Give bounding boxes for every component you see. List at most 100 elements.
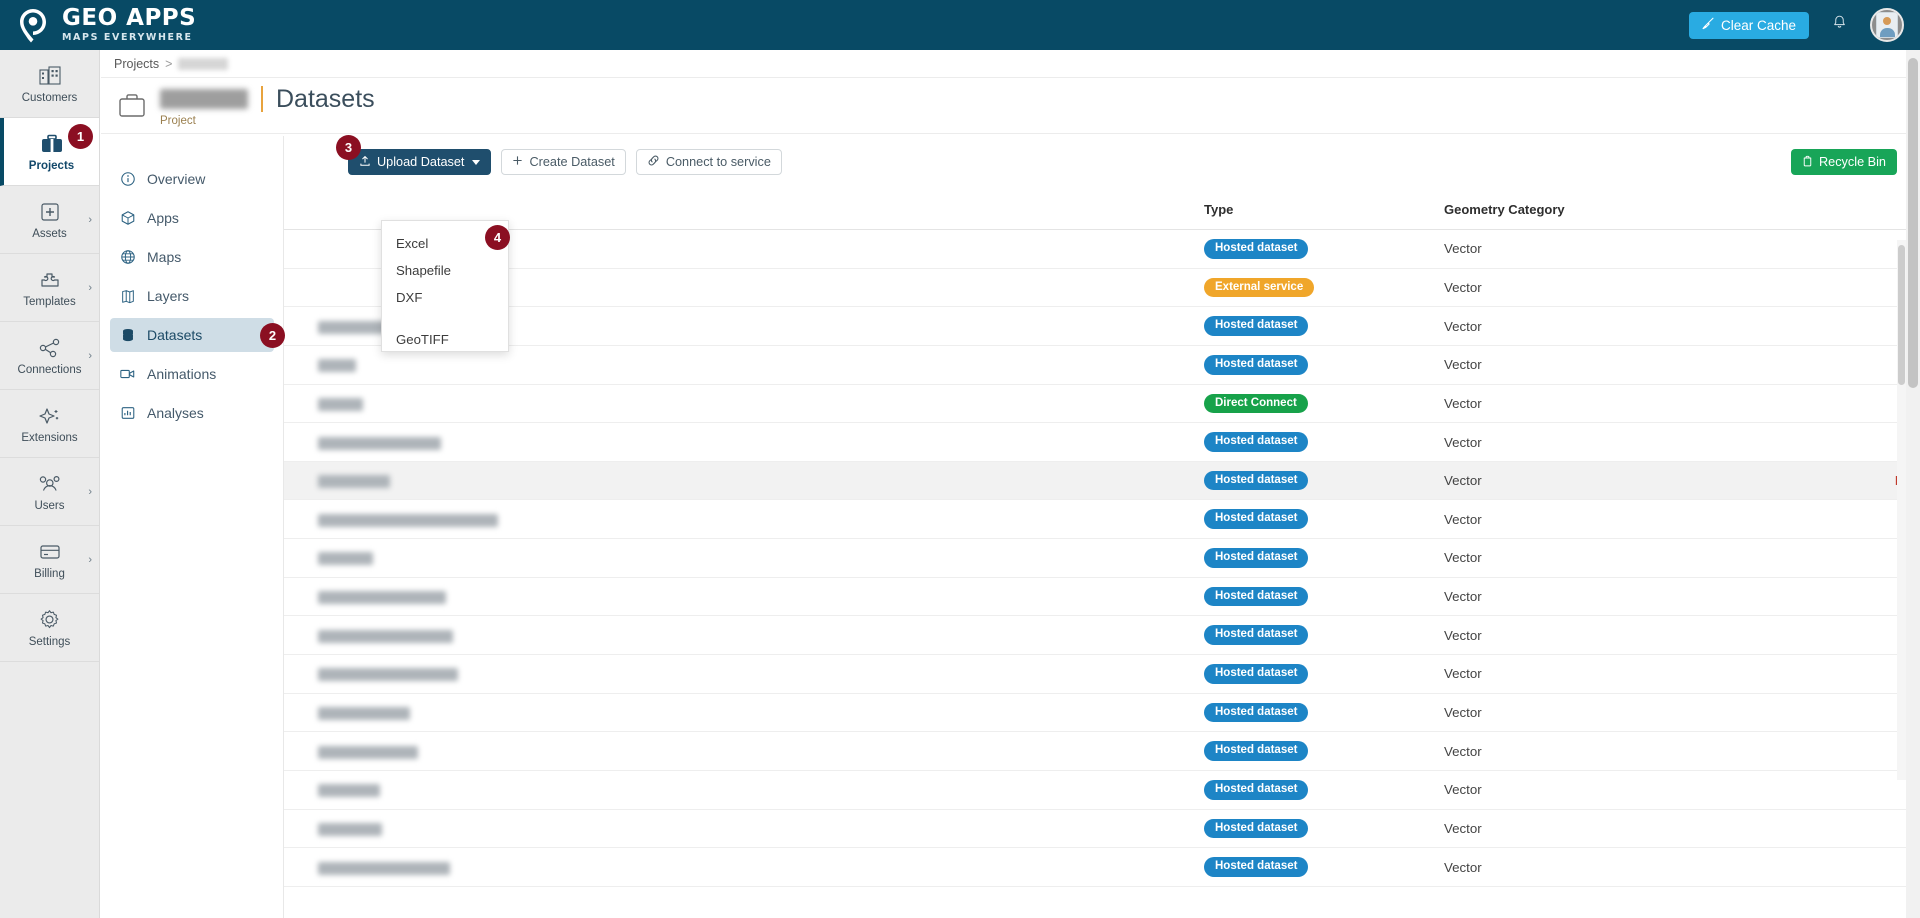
cell-type: Hosted dataset bbox=[1204, 577, 1444, 617]
table-row[interactable]: Hosted dataset Vector bbox=[284, 538, 1920, 578]
cell-blank bbox=[984, 847, 1204, 887]
cell-blank bbox=[984, 461, 1204, 501]
database-icon bbox=[119, 327, 136, 344]
cell-actions bbox=[1744, 345, 1920, 385]
table-row[interactable]: Hosted dataset Vector bbox=[284, 654, 1920, 694]
breadcrumb-projects-link[interactable]: Projects bbox=[114, 57, 159, 71]
cell-type: Direct Connect bbox=[1204, 384, 1444, 424]
app-logo[interactable]: GEO APPS MAPS EVERYWHERE bbox=[0, 6, 196, 44]
col-header-type: Type bbox=[1204, 188, 1444, 230]
cell-dataset-name[interactable] bbox=[284, 615, 984, 656]
table-row[interactable]: Hosted dataset Vector bbox=[284, 693, 1920, 733]
table-row[interactable]: Hosted dataset Vector bbox=[284, 345, 1920, 385]
create-dataset-button[interactable]: Create Dataset bbox=[501, 149, 626, 175]
recycle-bin-button[interactable]: Recycle Bin bbox=[1791, 149, 1897, 175]
trash-icon bbox=[1802, 155, 1813, 170]
table-row[interactable]: Hosted dataset Vector bbox=[284, 770, 1920, 810]
table-row[interactable]: Hosted dataset Vector bbox=[284, 847, 1920, 887]
cell-dataset-name[interactable] bbox=[284, 422, 984, 462]
dropdown-item-geotiff[interactable]: GeoTIFF bbox=[382, 326, 508, 353]
dataset-name-redacted bbox=[318, 706, 410, 720]
cell-dataset-name[interactable] bbox=[284, 538, 984, 578]
dropdown-item-dxf[interactable]: DXF bbox=[382, 284, 508, 311]
project-nav-item-animations[interactable]: Animations bbox=[110, 357, 274, 391]
sidebar-item-customers[interactable]: Customers bbox=[0, 50, 99, 118]
cell-dataset-name[interactable] bbox=[284, 461, 984, 501]
table-row[interactable]: Hosted dataset Vector bbox=[284, 577, 1920, 617]
cell-type: Hosted dataset bbox=[1204, 770, 1444, 810]
main-content: Projects > Datasets Project Overview App… bbox=[101, 50, 1920, 918]
gear-icon bbox=[37, 608, 63, 632]
cell-dataset-name[interactable] bbox=[284, 809, 984, 849]
sidebar-item-extensions[interactable]: Extensions bbox=[0, 390, 99, 458]
cell-actions bbox=[1744, 384, 1920, 424]
upload-dataset-dropdown[interactable]: 4 Excel Shapefile DXF GeoTIFF bbox=[381, 220, 510, 353]
table-row[interactable]: External service Vector bbox=[284, 268, 1920, 308]
cell-dataset-name[interactable] bbox=[284, 654, 984, 694]
plus-icon bbox=[512, 155, 523, 169]
table-row[interactable]: Hosted dataset Vector bbox=[284, 809, 1920, 849]
project-nav-item-datasets[interactable]: Datasets 2 bbox=[110, 318, 285, 352]
cell-dataset-name[interactable] bbox=[284, 499, 984, 540]
table-row[interactable]: Hosted dataset Vector bbox=[284, 229, 1920, 269]
table-row[interactable]: Direct Connect Vector bbox=[284, 384, 1920, 424]
project-nav-label: Datasets bbox=[147, 327, 203, 343]
table-header-row: Type Geometry Category bbox=[284, 188, 1920, 230]
datasets-table: Type Geometry Category Hosted dataset Vec… bbox=[284, 188, 1920, 887]
cell-actions bbox=[1744, 770, 1920, 810]
table-row[interactable]: Hosted dataset Vector bbox=[284, 731, 1920, 771]
sidebar-item-connections[interactable]: Connections › bbox=[0, 322, 99, 390]
globe-icon bbox=[119, 249, 136, 266]
project-nav-item-layers[interactable]: Layers bbox=[110, 279, 274, 313]
table-scrollbar-thumb[interactable] bbox=[1898, 245, 1905, 385]
cell-dataset-name[interactable] bbox=[284, 847, 984, 887]
project-nav-item-apps[interactable]: Apps bbox=[110, 201, 274, 235]
broom-icon bbox=[1702, 17, 1715, 33]
breadcrumb: Projects > bbox=[101, 50, 1920, 78]
page-scrollbar-track[interactable] bbox=[1906, 50, 1920, 918]
status-badge: Hosted dataset bbox=[1204, 818, 1309, 839]
status-badge: Hosted dataset bbox=[1204, 857, 1309, 877]
dataset-name-redacted bbox=[318, 822, 382, 836]
cell-dataset-name[interactable] bbox=[284, 384, 984, 424]
table-row[interactable]: Hosted dataset Vector bbox=[284, 499, 1920, 540]
sidebar-item-label: Assets bbox=[32, 227, 67, 240]
callout-badge-1: 1 bbox=[68, 124, 93, 149]
project-nav-item-analyses[interactable]: Analyses bbox=[110, 396, 274, 430]
table-row[interactable]: Hosted dataset VectorDelete bbox=[284, 461, 1920, 501]
cell-geometry-category: Vector bbox=[1444, 577, 1744, 617]
status-badge: Hosted dataset bbox=[1204, 664, 1309, 684]
project-nav-item-maps[interactable]: Maps bbox=[110, 240, 274, 274]
sidebar-item-settings[interactable]: Settings bbox=[0, 594, 99, 662]
page-scrollbar-thumb[interactable] bbox=[1908, 58, 1918, 388]
bell-icon[interactable] bbox=[1831, 14, 1848, 36]
cell-type: Hosted dataset bbox=[1204, 345, 1444, 385]
clear-cache-button[interactable]: Clear Cache bbox=[1688, 11, 1809, 39]
table-row[interactable]: Hosted dataset Vector bbox=[284, 422, 1920, 462]
cell-dataset-name[interactable] bbox=[284, 577, 984, 617]
table-row[interactable]: Hosted dataset Vector bbox=[284, 306, 1920, 346]
sidebar-item-users[interactable]: Users › bbox=[0, 458, 99, 526]
cell-geometry-category: Vector bbox=[1444, 731, 1744, 771]
connect-to-service-button[interactable]: Connect to service bbox=[635, 149, 782, 175]
dropdown-item-shapefile[interactable]: Shapefile bbox=[382, 257, 508, 284]
info-circle-icon bbox=[119, 171, 136, 188]
sidebar-item-templates[interactable]: Templates › bbox=[0, 254, 99, 322]
avatar[interactable] bbox=[1870, 8, 1904, 42]
sidebar-item-assets[interactable]: Assets › bbox=[0, 186, 99, 254]
project-nav: Overview Apps Maps Layers Datasets 2 Ani… bbox=[101, 136, 285, 918]
cell-type: Hosted dataset bbox=[1204, 693, 1444, 733]
cell-actions bbox=[1744, 306, 1920, 346]
page-title: Datasets bbox=[276, 84, 375, 113]
table-row[interactable]: Hosted dataset Vector bbox=[284, 615, 1920, 656]
cell-type: Hosted dataset bbox=[1204, 538, 1444, 578]
sidebar-item-billing[interactable]: Billing › bbox=[0, 526, 99, 594]
col-header-geometry: Geometry Category bbox=[1444, 188, 1744, 230]
cell-dataset-name[interactable] bbox=[284, 770, 984, 810]
cell-dataset-name[interactable] bbox=[284, 731, 984, 771]
project-nav-item-overview[interactable]: Overview bbox=[110, 162, 274, 196]
upload-dataset-button[interactable]: Upload Dataset bbox=[348, 149, 492, 175]
cell-blank bbox=[984, 615, 1204, 656]
cell-dataset-name[interactable] bbox=[284, 693, 984, 733]
sidebar-item-projects[interactable]: Projects 1 bbox=[0, 118, 99, 186]
